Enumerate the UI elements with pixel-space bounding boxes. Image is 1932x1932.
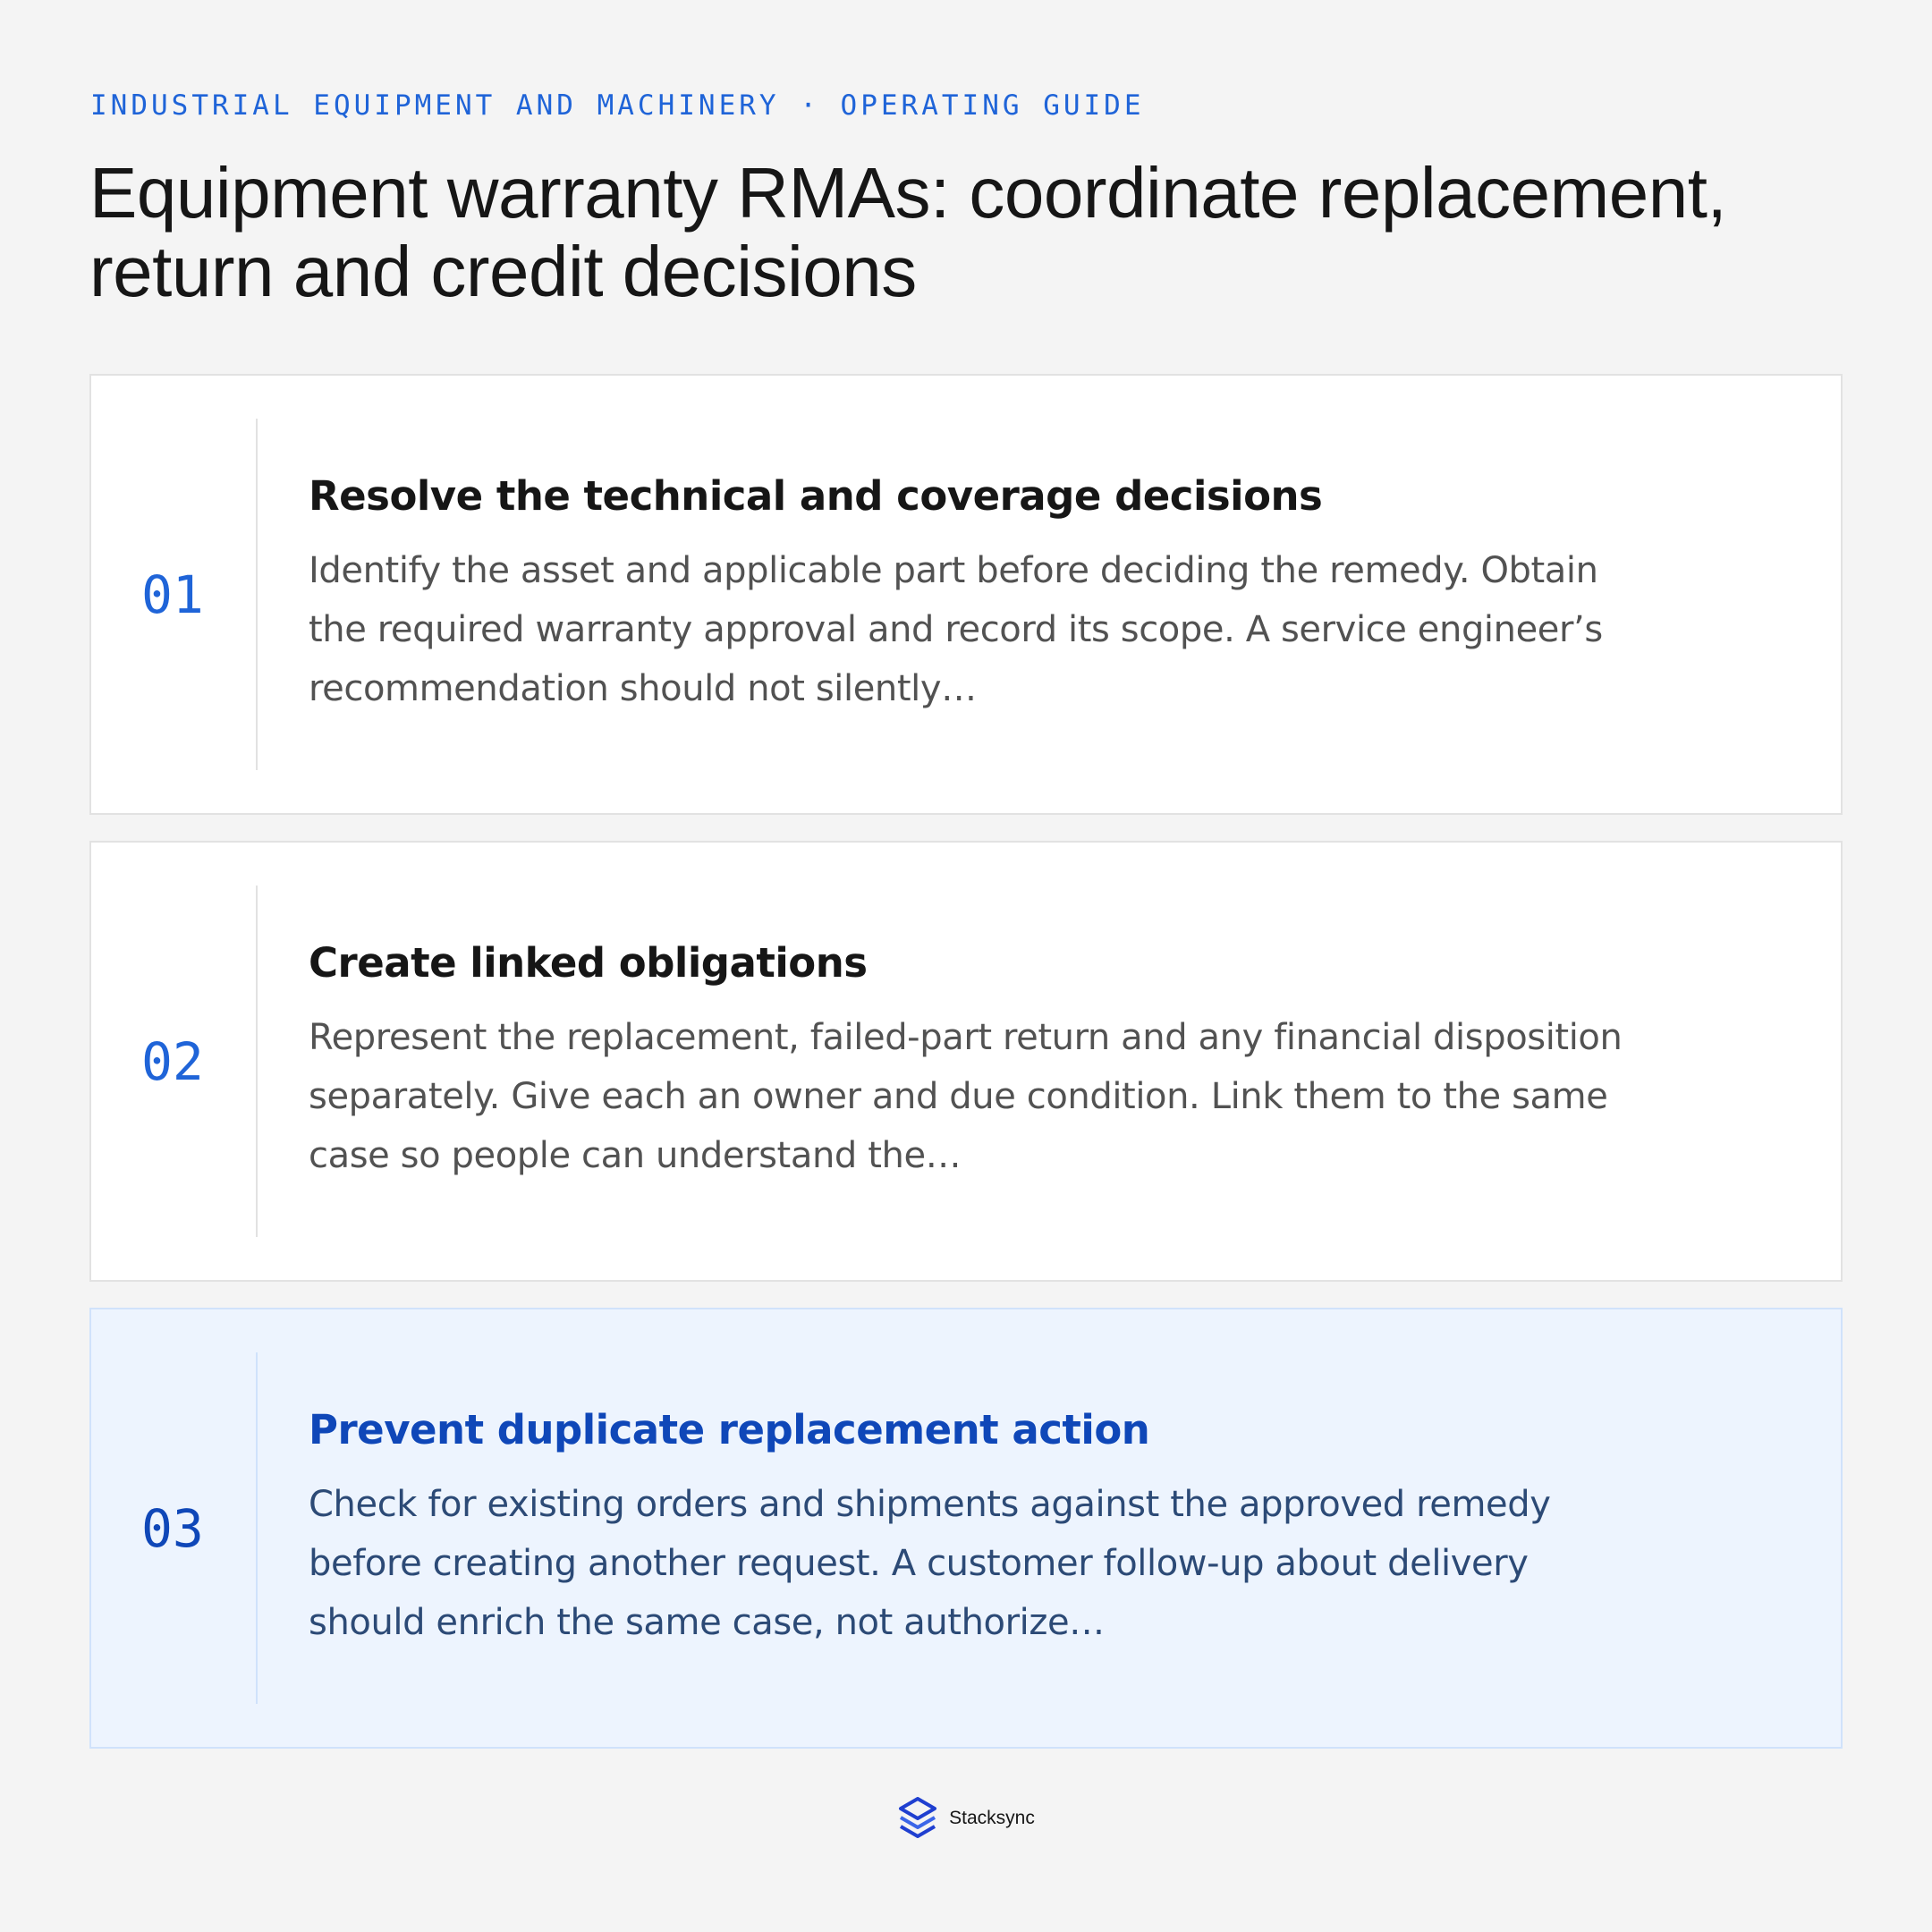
step-body: Resolve the technical and coverage decis…: [309, 376, 1632, 813]
brand-name: Stacksync: [949, 1808, 1035, 1828]
step-description: Represent the replacement, failed-part r…: [309, 1016, 1623, 1176]
step-card-2: 02 Create linked obligations Represent t…: [89, 841, 1843, 1282]
footer-brand: Stacksync: [0, 1797, 1932, 1840]
page-eyebrow: INDUSTRIAL EQUIPMENT AND MACHINERY · OPE…: [90, 89, 1145, 122]
step-title: Create linked obligations: [309, 938, 868, 987]
step-number: 03: [141, 1497, 204, 1559]
step-card-1: 01 Resolve the technical and coverage de…: [89, 374, 1843, 815]
page-title: Equipment warranty RMAs: coordinate repl…: [89, 153, 1727, 311]
step-body: Prevent duplicate replacement action Che…: [309, 1309, 1632, 1747]
step-number: 01: [141, 564, 204, 625]
step-number: 02: [141, 1030, 204, 1092]
step-description: Identify the asset and applicable part b…: [309, 549, 1603, 709]
step-card-3: 03 Prevent duplicate replacement action …: [89, 1308, 1843, 1749]
stacked-layers-icon: [899, 1797, 937, 1838]
step-description: Check for existing orders and shipments …: [309, 1483, 1551, 1643]
step-body: Create linked obligations Represent the …: [309, 843, 1632, 1280]
step-divider: [256, 1352, 258, 1704]
step-divider: [256, 886, 258, 1237]
step-divider: [256, 419, 258, 770]
steps-list: 01 Resolve the technical and coverage de…: [89, 374, 1843, 1775]
step-title: Resolve the technical and coverage decis…: [309, 471, 1323, 520]
step-title: Prevent duplicate replacement action: [309, 1405, 1150, 1453]
